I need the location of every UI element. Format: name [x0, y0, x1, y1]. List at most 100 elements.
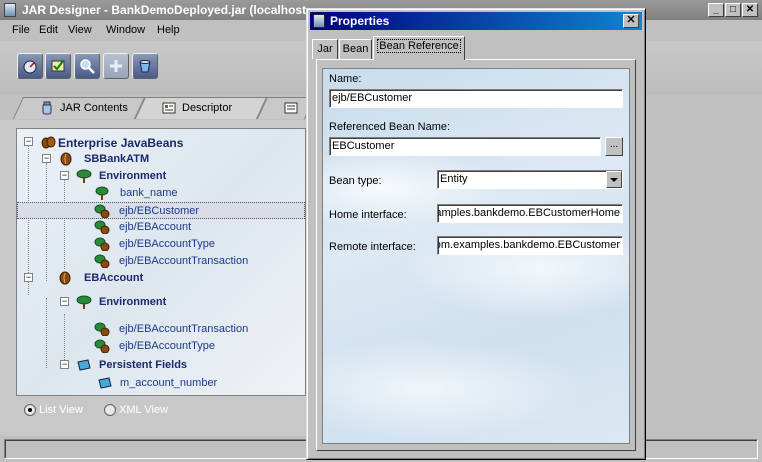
home-interface-label: Home interface:	[329, 209, 407, 221]
tree-node-label: Environment	[99, 170, 167, 182]
bean-ref-icon	[94, 322, 110, 336]
tree-node-ebaccount[interactable]: − EBAccount	[17, 270, 305, 287]
tab-bean-label: Bean	[342, 43, 369, 55]
tree-node-persistent-fields[interactable]: − Persistent Fields	[17, 357, 305, 374]
menu-view[interactable]: View	[68, 24, 92, 36]
tab-jar[interactable]: Jar	[312, 39, 338, 59]
tab-bean-reference[interactable]: Bean Reference	[373, 36, 465, 60]
menu-window[interactable]: Window	[106, 24, 145, 36]
tree-icon	[95, 186, 109, 200]
tree-node-environment[interactable]: − Environment	[17, 168, 305, 185]
properties-titlebar[interactable]: Properties ✕	[310, 12, 642, 30]
menu-help[interactable]: Help	[157, 24, 180, 36]
bucket-button[interactable]	[132, 53, 158, 79]
minimize-button[interactable]: _	[708, 3, 724, 17]
collapse-icon[interactable]: −	[24, 137, 33, 146]
bean-icon	[60, 152, 72, 166]
workspace-background	[646, 95, 762, 436]
xml-view-label[interactable]: XML View	[119, 404, 168, 416]
collapse-icon[interactable]: −	[42, 154, 51, 163]
bean-icon	[59, 271, 71, 285]
field-icon	[77, 359, 91, 371]
window-title: JAR Designer - BankDemoDeployed.jar (loc…	[22, 3, 307, 17]
tree-icon	[76, 295, 92, 309]
tree-node-ejb-ebaccounttype-2[interactable]: ejb/EBAccountType	[17, 338, 305, 355]
tree-node-enterprise-javabeans[interactable]: − Enterprise JavaBeans	[17, 134, 305, 151]
remote-interface-label: Remote interface:	[329, 241, 416, 253]
plus-icon	[110, 60, 122, 72]
tree-node-environment-2[interactable]: − Environment	[17, 294, 305, 311]
tree-node-label: SBBankATM	[84, 153, 150, 165]
collapse-icon[interactable]: −	[24, 273, 33, 282]
tab-bean-reference-label: Bean Reference	[377, 39, 461, 53]
bucket-icon	[139, 60, 151, 73]
field-icon	[98, 377, 112, 389]
app-icon	[4, 3, 16, 17]
search-button[interactable]	[74, 53, 100, 79]
properties-dialog: Properties ✕ Jar Bean Bean Reference Nam…	[306, 8, 646, 460]
tab-bean[interactable]: Bean	[339, 39, 372, 59]
list-view-label[interactable]: List View	[39, 404, 83, 416]
maximize-button[interactable]: □	[725, 3, 741, 17]
tab-descriptor[interactable]: Descriptor	[134, 97, 268, 119]
tree-icon	[76, 169, 92, 183]
tree-node-label: ejb/EBCustomer	[119, 205, 200, 217]
tree-node-label: ejb/EBAccountTransaction	[119, 323, 249, 335]
properties-icon	[313, 14, 325, 28]
document-icon	[284, 102, 298, 114]
bean-reference-form: Name: ejb/EBCustomer Referenced Bean Nam…	[322, 68, 630, 444]
bean-ref-icon	[94, 254, 110, 268]
name-field[interactable]: ejb/EBCustomer	[329, 89, 623, 108]
tree-node-label: ejb/EBAccount	[119, 221, 192, 233]
properties-close-button[interactable]: ✕	[623, 14, 639, 28]
close-button[interactable]: ✕	[742, 3, 758, 17]
tree-node-ejb-ebaccount[interactable]: ejb/EBAccount	[17, 219, 305, 236]
bean-ref-icon	[94, 204, 110, 218]
home-interface-field[interactable]: com.examples.bankdemo.EBCustomerHome	[437, 204, 623, 223]
tree-node-label: ejb/EBAccountType	[119, 340, 216, 352]
tree-node-ejb-ebaccounttype[interactable]: ejb/EBAccountType	[17, 236, 305, 253]
collapse-icon[interactable]: −	[60, 171, 69, 180]
tree-node-label: Environment	[99, 296, 167, 308]
tab-descriptor-label: Descriptor	[182, 102, 233, 114]
gauge-button[interactable]	[17, 53, 43, 79]
collapse-icon[interactable]: −	[60, 360, 69, 369]
tree-node-ejb-ebaccounttransaction[interactable]: ejb/EBAccountTransaction	[17, 253, 305, 270]
beans-icon	[41, 136, 56, 149]
tab-jar-contents[interactable]: JAR Contents	[12, 97, 146, 119]
collapse-icon[interactable]: −	[60, 297, 69, 306]
menu-file[interactable]: File	[12, 24, 30, 36]
referenced-bean-field[interactable]: EBCustomer	[329, 137, 601, 156]
gauge-icon	[23, 60, 37, 74]
chevron-down-icon[interactable]	[606, 171, 622, 188]
add-button[interactable]	[103, 53, 129, 79]
tree-node-m-account-number[interactable]: m_account_number	[17, 375, 305, 392]
bean-ref-icon	[94, 237, 110, 251]
bean-type-value: Entity	[440, 173, 468, 185]
tree-node-ejb-ebaccounttransaction-2[interactable]: ejb/EBAccountTransaction	[17, 321, 305, 338]
bean-ref-icon	[94, 339, 110, 353]
tree-node-label: EBAccount	[84, 272, 144, 284]
home-interface-value: com.examples.bankdemo.EBCustomerHome	[437, 207, 620, 219]
validate-button[interactable]	[45, 53, 71, 79]
tree-node-label: bank_name	[120, 187, 178, 199]
remote-interface-field[interactable]: com.examples.bankdemo.EBCustomer	[437, 236, 623, 255]
bean-reference-panel: Name: ejb/EBCustomer Referenced Bean Nam…	[316, 59, 636, 451]
bean-ref-icon	[94, 220, 110, 234]
tab-document[interactable]	[256, 97, 316, 119]
tree-node-label: ejb/EBAccountTransaction	[119, 255, 249, 267]
tree-node-sbbankatm[interactable]: − SBBankATM	[17, 151, 305, 168]
main-tabstrip: JAR Contents Descriptor	[0, 95, 316, 120]
descriptor-tree: − Enterprise JavaBeans − SBBankATM − Env…	[16, 128, 306, 396]
menu-edit[interactable]: Edit	[39, 24, 58, 36]
jar-icon	[42, 101, 52, 115]
list-view-radio[interactable]	[24, 404, 36, 416]
bean-type-select[interactable]: Entity	[437, 170, 623, 189]
tree-node-label: Enterprise JavaBeans	[58, 136, 184, 150]
tree-node-label: Persistent Fields	[99, 359, 188, 371]
tree-node-ejb-ebcustomer[interactable]: ejb/EBCustomer	[17, 202, 305, 219]
tree-node-label: ejb/EBAccountType	[119, 238, 216, 250]
tree-node-bank-name[interactable]: bank_name	[17, 185, 305, 202]
browse-button[interactable]: ...	[605, 137, 623, 156]
xml-view-radio[interactable]	[104, 404, 116, 416]
